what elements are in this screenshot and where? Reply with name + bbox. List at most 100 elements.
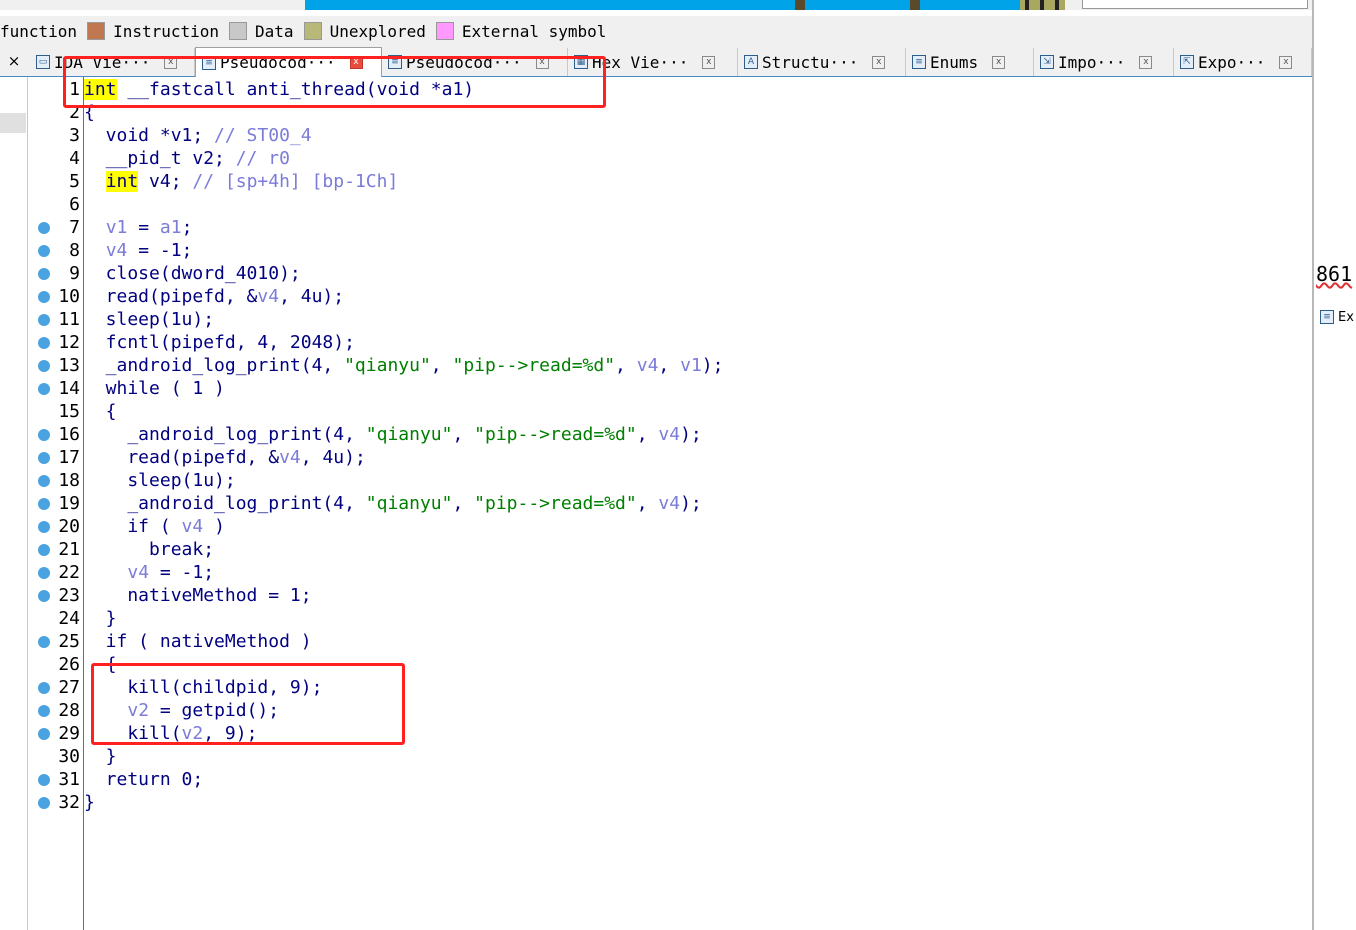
code-line[interactable]: 15 { (28, 400, 1313, 423)
line-number: 12 (58, 332, 80, 353)
line-number: 24 (58, 608, 80, 629)
code-line[interactable]: 8 v4 = -1; (28, 239, 1313, 262)
tab-close-icon[interactable]: x (1279, 55, 1293, 69)
code-token: v4; (138, 171, 193, 192)
code-token: , 4u); (300, 447, 366, 468)
code-line[interactable]: 13 _android_log_print(4, "qianyu", "pip-… (28, 354, 1313, 377)
code-text: _android_log_print(4, "qianyu", "pip-->r… (84, 423, 701, 446)
legend-swatch (87, 22, 106, 40)
breakpoint-dot-icon[interactable] (38, 222, 50, 234)
code-line[interactable]: 24 } (28, 607, 1313, 630)
code-line[interactable]: 20 if ( v4 ) (28, 515, 1313, 538)
tab-close-icon[interactable]: x (872, 55, 886, 69)
breakpoint-dot-icon[interactable] (38, 521, 50, 533)
legend-bar: function Instruction Data Unexplored Externa… (0, 16, 1312, 46)
code-line[interactable]: 17 read(pipefd, &v4, 4u); (28, 446, 1313, 469)
nav-segment (805, 0, 910, 10)
breakpoint-dot-icon[interactable] (38, 452, 50, 464)
code-token: v4 (636, 355, 659, 376)
breakpoint-dot-icon[interactable] (38, 429, 50, 441)
code-token: , 4u); (279, 286, 345, 307)
code-line[interactable]: 7 v1 = a1; (28, 216, 1313, 239)
legend-label: Unexplored (329, 21, 426, 41)
code-line[interactable]: 21 break; (28, 538, 1313, 561)
code-text: __pid_t v2; // r0 (84, 147, 290, 170)
breakpoint-dot-icon[interactable] (38, 636, 50, 648)
code-line[interactable]: 19 _android_log_print(4, "qianyu", "pip-… (28, 492, 1313, 515)
code-token: void *v1; (84, 125, 215, 146)
breakpoint-dot-icon[interactable] (38, 268, 50, 280)
breakpoint-dot-icon[interactable] (38, 360, 50, 372)
legend-item: Unexplored (303, 21, 426, 41)
breakpoint-dot-icon[interactable] (38, 705, 50, 717)
breakpoint-dot-icon[interactable] (38, 728, 50, 740)
code-line[interactable]: 10 read(pipefd, &v4, 4u); (28, 285, 1313, 308)
code-token: // r0 (235, 148, 290, 169)
line-number: 15 (58, 401, 80, 422)
line-number: 13 (58, 355, 80, 376)
code-line[interactable]: 14 while ( 1 ) (28, 377, 1313, 400)
breakpoint-dot-icon[interactable] (38, 245, 50, 257)
nav-segment (920, 0, 1020, 10)
code-token: // ST00_4 (214, 125, 312, 146)
code-line[interactable]: 18 sleep(1u); (28, 469, 1313, 492)
breakpoint-dot-icon[interactable] (38, 682, 50, 694)
breakpoint-dot-icon[interactable] (38, 590, 50, 602)
code-line[interactable]: 22 v4 = -1; (28, 561, 1313, 584)
code-line[interactable]: 16 _android_log_print(4, "qianyu", "pip-… (28, 423, 1313, 446)
code-line[interactable]: 3 void *v1; // ST00_4 (28, 124, 1313, 147)
breakpoint-dot-icon[interactable] (38, 291, 50, 303)
code-line[interactable]: 4 __pid_t v2; // r0 (28, 147, 1313, 170)
tab-7[interactable]: ⇲ Impo··· x (1034, 48, 1174, 76)
window-icon: ▭ (36, 55, 50, 69)
breakpoint-dot-icon[interactable] (38, 337, 50, 349)
code-line[interactable]: 11 sleep(1u); (28, 308, 1313, 331)
code-token: = -1; (127, 240, 193, 261)
code-line[interactable]: 32} (28, 791, 1313, 814)
code-token: int (105, 171, 139, 192)
breakpoint-dot-icon[interactable] (38, 774, 50, 786)
code-text: nativeMethod = 1; (84, 584, 311, 607)
code-token: _android_log_print(4, (84, 424, 366, 445)
breakpoint-dot-icon[interactable] (38, 383, 50, 395)
code-text: { (84, 400, 117, 423)
code-line[interactable]: 23 nativeMethod = 1; (28, 584, 1313, 607)
code-line[interactable]: 6 (28, 193, 1313, 216)
code-line[interactable]: 5 int v4; // [sp+4h] [bp-1Ch] (28, 170, 1313, 193)
nav-segment (1040, 0, 1044, 10)
code-text: _android_log_print(4, "qianyu", "pip-->r… (84, 354, 724, 377)
code-token: } (84, 608, 117, 629)
code-line[interactable]: 25 if ( nativeMethod ) (28, 630, 1313, 653)
line-number: 11 (58, 309, 80, 330)
code-token: "pip-->read=%d" (452, 355, 616, 376)
tab-close-icon[interactable]: x (1139, 55, 1153, 69)
enum-icon: ≡ (912, 55, 926, 69)
breakpoint-dot-icon[interactable] (38, 314, 50, 326)
export-icon: ≡ (1320, 310, 1334, 324)
tab-5[interactable]: A Structu··· x (738, 48, 906, 76)
tab-6[interactable]: ≡ Enums x (906, 48, 1034, 76)
breakpoint-dot-icon[interactable] (38, 498, 50, 510)
breakpoint-dot-icon[interactable] (38, 475, 50, 487)
line-number: 8 (69, 240, 80, 261)
close-icon[interactable]: × (0, 46, 28, 76)
code-line[interactable]: 9 close(dword_4010); (28, 262, 1313, 285)
code-line[interactable]: 30 } (28, 745, 1313, 768)
right-panel-tab[interactable]: ≡ Ex (1316, 306, 1356, 328)
code-text: v4 = -1; (84, 239, 193, 262)
tab-close-icon[interactable]: x (992, 55, 1006, 69)
code-token: // [sp+4h] [bp-1Ch] (192, 171, 399, 192)
tab-close-icon[interactable]: x (702, 55, 716, 69)
code-text: while ( 1 ) (84, 377, 225, 400)
code-line[interactable]: 31 return 0; (28, 768, 1313, 791)
code-line[interactable]: 12 fcntl(pipefd, 4, 2048); (28, 331, 1313, 354)
code-token: v4 (658, 424, 681, 445)
breakpoint-dot-icon[interactable] (38, 544, 50, 556)
address-combo[interactable] (1082, 0, 1308, 9)
breakpoint-dot-icon[interactable] (38, 797, 50, 809)
breakpoint-dot-icon[interactable] (38, 567, 50, 579)
line-number: 31 (58, 769, 80, 790)
line-number: 18 (58, 470, 80, 491)
tab-8[interactable]: ⇱ Expo··· x (1174, 48, 1312, 76)
